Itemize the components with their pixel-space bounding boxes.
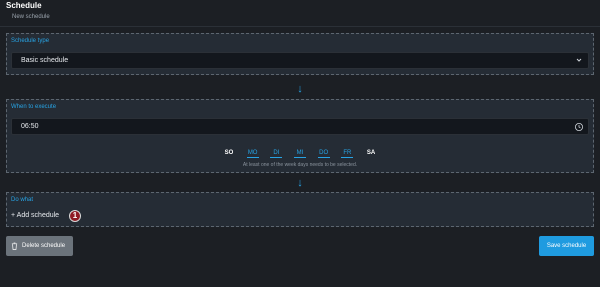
schedule-type-select[interactable]: Basic schedule xyxy=(11,52,589,69)
day-toggle-di[interactable]: DI xyxy=(270,149,283,158)
trash-icon xyxy=(11,242,18,250)
day-toggle-mi[interactable]: MI xyxy=(294,149,306,158)
schedule-type-section: Schedule type Basic schedule xyxy=(6,33,594,75)
day-toggle-do[interactable]: DO xyxy=(317,149,330,158)
time-input[interactable]: 06:50 xyxy=(11,118,589,135)
delete-schedule-label: Delete schedule xyxy=(22,243,66,249)
day-toggle-mo[interactable]: MO xyxy=(246,149,259,158)
when-title: When to execute xyxy=(11,104,57,110)
page-title: Schedule xyxy=(6,1,42,10)
weekday-hint: At least one of the week days needs to b… xyxy=(242,162,358,168)
day-toggle-so[interactable]: SO xyxy=(223,149,235,157)
day-toggle-sa[interactable]: SA xyxy=(365,149,377,157)
chevron-down-icon xyxy=(576,58,582,62)
page-subtitle: New schedule xyxy=(12,14,50,20)
save-schedule-label: Save schedule xyxy=(546,243,587,249)
arrow-down-icon: ↓ xyxy=(297,177,303,189)
do-what-section: Do what + Add schedule 1 xyxy=(6,192,594,227)
do-what-title: Do what xyxy=(11,197,34,203)
weekday-selector: SO MO DI MI DO FR SA xyxy=(7,149,593,159)
time-value: 06:50 xyxy=(21,123,39,130)
step-badge: 1 xyxy=(69,210,81,222)
clock-icon[interactable] xyxy=(574,122,584,132)
header-divider xyxy=(0,26,600,27)
schedule-type-value: Basic schedule xyxy=(21,57,69,64)
arrow-down-icon: ↓ xyxy=(297,83,303,95)
day-toggle-fr[interactable]: FR xyxy=(341,149,354,158)
add-schedule-link[interactable]: + Add schedule xyxy=(11,212,59,219)
when-section: When to execute 06:50 SO MO DI MI DO FR … xyxy=(6,99,594,173)
schedule-type-title: Schedule type xyxy=(11,38,50,44)
save-schedule-button[interactable]: Save schedule xyxy=(539,236,594,256)
delete-schedule-button[interactable]: Delete schedule xyxy=(6,236,73,256)
